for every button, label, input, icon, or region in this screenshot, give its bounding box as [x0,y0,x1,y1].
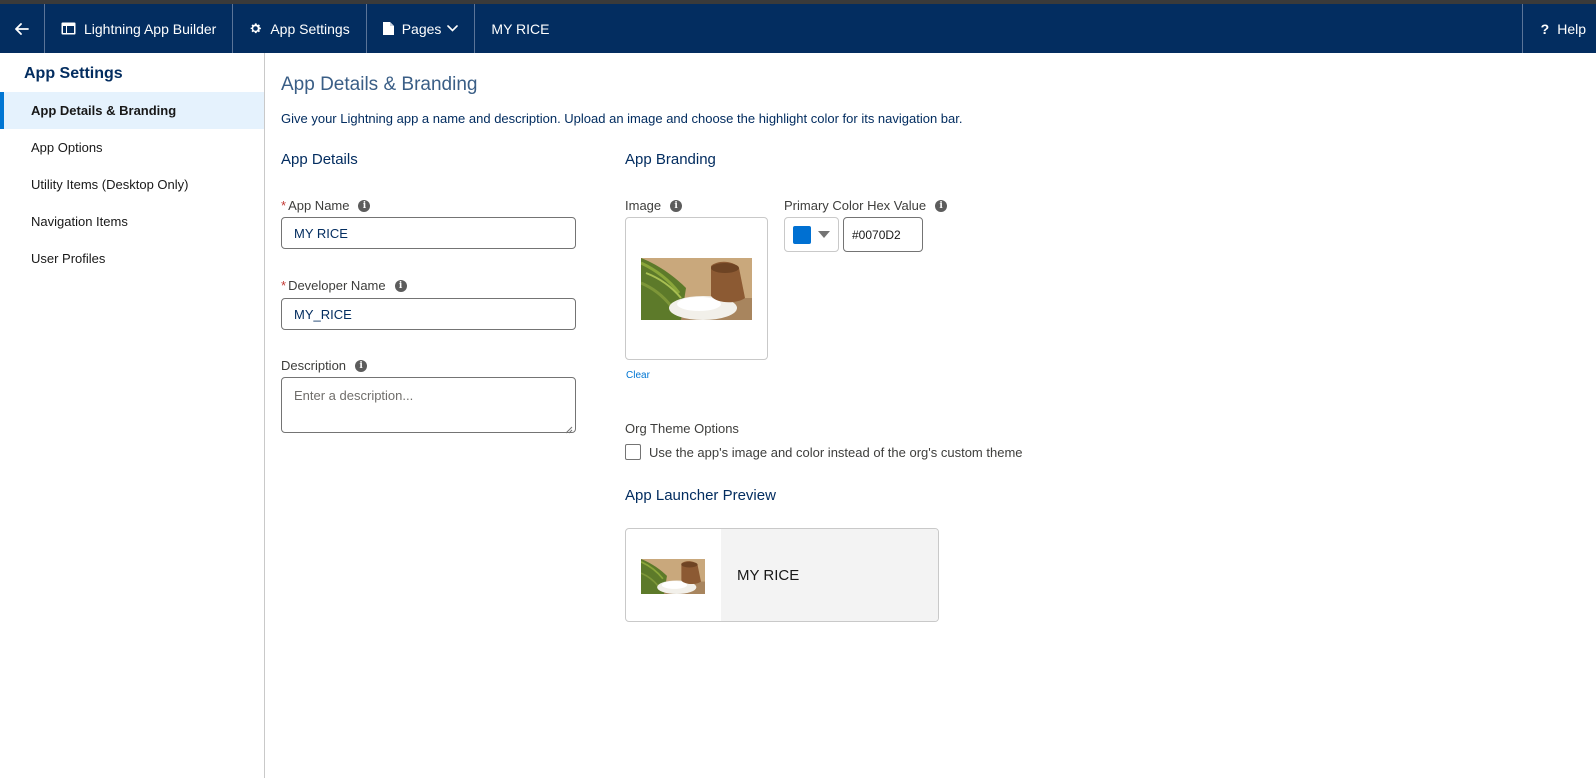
info-icon[interactable]: i [670,199,683,212]
app-launcher-preview-heading: App Launcher Preview [625,487,776,504]
info-icon[interactable]: i [935,199,948,212]
description-label: Description i [281,358,368,373]
rice-thumbnail-image [641,559,705,594]
image-upload-box[interactable] [625,217,768,360]
info-icon[interactable]: i [358,199,371,212]
page-icon [382,22,394,35]
sidebar-item-app-details-branding[interactable]: App Details & Branding [0,92,264,129]
sidebar-nav: App Details & Branding App Options Utili… [0,92,264,277]
help-button[interactable]: ? Help [1521,4,1596,53]
sidebar-title: App Settings [24,65,123,82]
app-settings-label: App Settings [270,20,350,37]
question-icon: ? [1540,20,1550,37]
pages-label: Pages [401,20,442,37]
app-builder-icon [61,22,76,35]
arrow-left-icon [15,22,29,35]
description-placeholder: Enter a description... [294,388,414,403]
app-branding-heading: App Branding [625,151,716,168]
app-name-input[interactable]: MY RICE [281,217,576,249]
developer-name-label: * Developer Name i [281,278,407,293]
app-settings-button[interactable]: App Settings [233,4,367,53]
caret-down-icon [818,231,830,238]
app-details-heading: App Details [281,151,358,168]
pages-dropdown[interactable]: Pages [367,4,476,53]
resize-handle-icon[interactable] [565,422,573,434]
page-title: App Details & Branding [281,74,478,95]
org-theme-checkbox[interactable] [625,444,641,460]
back-button[interactable] [0,4,45,53]
info-icon[interactable]: i [394,279,407,292]
current-app-title: MY RICE [491,20,550,37]
settings-sidebar: App Settings App Details & Branding App … [0,53,265,778]
gear-icon [249,22,262,35]
sidebar-item-app-options[interactable]: App Options [0,129,264,166]
chevron-down-icon [447,25,459,32]
developer-name-input[interactable]: MY_RICE [281,298,576,330]
sidebar-item-utility-items[interactable]: Utility Items (Desktop Only) [0,166,264,203]
sidebar-item-user-profiles[interactable]: User Profiles [0,240,264,277]
sidebar-item-navigation-items[interactable]: Navigation Items [0,203,264,240]
primary-color-label: Primary Color Hex Value i [784,198,948,213]
org-theme-options-label: Org Theme Options [625,421,739,436]
info-icon[interactable]: i [355,359,368,372]
clear-image-link[interactable]: Clear [626,370,650,381]
org-theme-checkbox-label: Use the app's image and color instead of… [649,445,1023,460]
color-swatch [793,225,811,244]
lightning-app-builder-label: Lightning App Builder [84,20,217,37]
image-label: Image i [625,198,683,213]
app-name-label: * App Name i [281,198,371,213]
app-builder-header: Lightning App Builder App Settings Pages… [0,4,1596,53]
main-content: App Details & Branding Give your Lightni… [265,53,1596,778]
primary-color-hex-input[interactable]: #0070D2 [843,217,923,252]
description-textarea[interactable]: Enter a description... [281,377,576,434]
color-picker-button[interactable] [784,217,839,252]
help-label: Help [1557,20,1586,37]
page-description: Give your Lightning app a name and descr… [281,111,963,126]
app-launcher-preview-tile: MY RICE [625,528,939,622]
rice-image [641,258,752,320]
lightning-app-builder-button[interactable]: Lightning App Builder [45,4,234,53]
preview-app-name: MY RICE [721,529,938,621]
